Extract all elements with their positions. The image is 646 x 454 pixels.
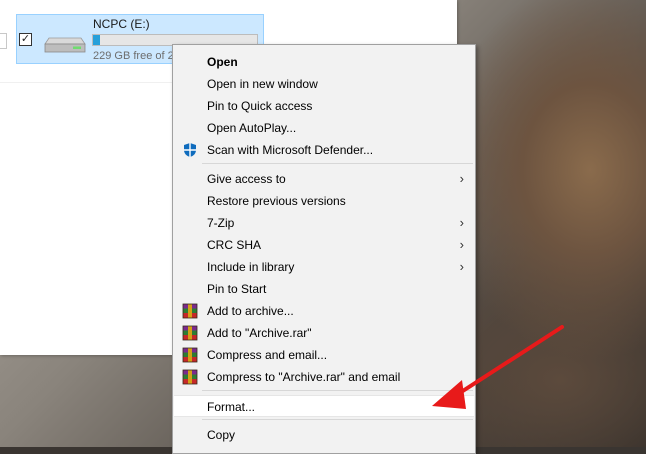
menu-item-label: Restore previous versions [207,194,346,208]
menu-separator [202,163,473,164]
menu-item-label: Copy [207,428,236,442]
menu-item-open-autoplay[interactable]: Open AutoPlay... [174,117,474,139]
menu-item-open[interactable]: Open [174,51,474,73]
menu-item-compress-to-archive-rar-and-email[interactable]: Compress to "Archive.rar" and email [174,366,474,388]
menu-item-label: Give access to [207,172,286,186]
menu-item-label: Include in library [207,260,295,274]
menu-item-add-to-archive-rar[interactable]: Add to "Archive.rar" [174,322,474,344]
chevron-right-icon: › [459,237,464,252]
defender-shield-icon [182,142,198,158]
menu-item-label: Format... [207,400,256,414]
chevron-right-icon: › [459,259,464,274]
menu-item-label: 7-Zip [207,216,235,230]
menu-item-restore-previous-versions[interactable]: Restore previous versions [174,190,474,212]
menu-item-label: Pin to Start [207,282,267,296]
menu-item-pin-to-start[interactable]: Pin to Start [174,278,474,300]
context-menu: Open Open in new window Pin to Quick acces… [172,44,476,454]
menu-item-label: Add to archive... [207,304,294,318]
menu-item-label: Pin to Quick access [207,99,313,113]
drive-usage-fill [93,35,100,45]
menu-item-label: Scan with Microsoft Defender... [207,143,374,157]
menu-item-format[interactable]: Format... [174,395,474,417]
menu-item-open-in-new-window[interactable]: Open in new window [174,73,474,95]
drive-free-space: 229 GB free of 2 [93,50,174,62]
drive-select-checkbox[interactable]: ✓ [19,33,32,46]
menu-item-label: Open in new window [207,77,318,91]
menu-item-scan-with-microsoft-defender[interactable]: Scan with Microsoft Defender... [174,139,474,161]
menu-item-copy[interactable]: Copy [174,424,474,446]
menu-item-label: Open [207,55,238,69]
menu-item-7-zip[interactable]: 7-Zip › [174,212,474,234]
hard-drive-icon [44,37,86,53]
winrar-icon [182,303,198,319]
menu-separator [202,390,473,391]
menu-separator [202,419,473,420]
menu-item-include-in-library[interactable]: Include in library › [174,256,474,278]
winrar-icon [182,369,198,385]
chevron-right-icon: › [459,171,464,186]
menu-item-label: CRC SHA [207,238,262,252]
chevron-right-icon: › [459,215,464,230]
menu-item-label: Add to "Archive.rar" [207,326,312,340]
menu-item-pin-to-quick-access[interactable]: Pin to Quick access [174,95,474,117]
menu-item-label: Open AutoPlay... [207,121,297,135]
menu-item-give-access-to[interactable]: Give access to › [174,168,474,190]
winrar-icon [182,325,198,341]
drive-name: NCPC (E:) [93,17,150,31]
menu-item-add-to-archive[interactable]: Add to archive... [174,300,474,322]
menu-item-label: Compress to "Archive.rar" and email [207,370,401,384]
menu-item-label: Compress and email... [207,348,328,362]
menu-item-compress-and-email[interactable]: Compress and email... [174,344,474,366]
partial-item-checkbox[interactable] [0,33,7,49]
winrar-icon [182,347,198,363]
menu-item-crc-sha[interactable]: CRC SHA › [174,234,474,256]
